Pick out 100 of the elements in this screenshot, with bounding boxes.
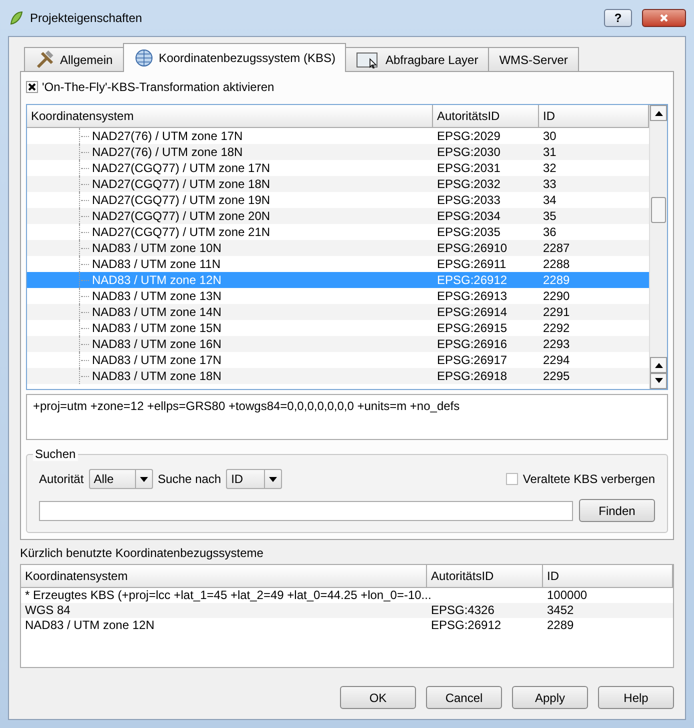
crs-name: NAD27(76) / UTM zone 18N (92, 144, 243, 160)
tools-icon (35, 50, 55, 70)
table-cell-text: EPSG:2030 (436, 144, 502, 160)
crs-name: NAD83 / UTM zone 11N (92, 256, 220, 272)
search-field[interactable] (39, 500, 573, 520)
crs-name: NAD83 / UTM zone 15N (92, 320, 222, 336)
tab[interactable]: Allgemein (24, 47, 124, 71)
column-header[interactable]: ID (543, 565, 673, 587)
search-by-dropdown[interactable]: ID (226, 469, 282, 489)
tree-row[interactable]: NAD83 / UTM zone 14N EPSG:26914 2291 (27, 304, 649, 320)
crs-name: NAD27(CGQ77) / UTM zone 19N (92, 192, 270, 208)
crs-name: NAD27(CGQ77) / UTM zone 20N (92, 208, 270, 224)
checkbox[interactable] (26, 81, 38, 93)
table-cell-text: 100000 (546, 588, 588, 603)
tab[interactable]: WMS-Server (488, 47, 579, 71)
tree-row[interactable]: NAD27(76) / UTM zone 18N EPSG:2030 31 (27, 144, 649, 160)
up-arrow-icon (654, 110, 662, 116)
checkbox[interactable] (506, 473, 518, 485)
dialog-button[interactable]: OK (340, 686, 416, 709)
column-header[interactable]: Koordinatensystem (27, 105, 433, 127)
field-label: Suche nach (158, 472, 222, 486)
tab[interactable]: Abfragbare Layer (345, 47, 490, 71)
crs-name: NAD83 / UTM zone 12N (92, 272, 222, 288)
checkbox-label: Veraltete KBS verbergen (522, 472, 655, 486)
tree-row[interactable]: NAD83 / UTM zone 16N EPSG:26916 2293 (27, 336, 649, 352)
crs-name: NAD27(CGQ77) / UTM zone 17N (92, 160, 270, 176)
dialog-button[interactable]: Cancel (426, 686, 502, 709)
crs-name: NAD83 / UTM zone 14N (92, 304, 222, 320)
group-title: Suchen (33, 447, 78, 461)
up-arrow-icon (654, 362, 662, 368)
table-cell-text: 30 (542, 128, 558, 144)
table-cell-text: EPSG:26918 (436, 368, 508, 384)
table-cell-text: EPSG:2034 (436, 208, 502, 224)
table-cell-text: EPSG:26916 (436, 336, 508, 352)
crs-name: NAD83 / UTM zone 18N (92, 368, 222, 384)
dialog-button[interactable]: Help (598, 686, 674, 709)
table-cell-text: EPSG:2033 (436, 192, 502, 208)
table-cell-text: EPSG:26911 (436, 256, 508, 272)
table-cell-text: EPSG:26912 (436, 272, 508, 288)
down-arrow-icon (654, 378, 662, 384)
table-cell-text: 2294 (542, 352, 571, 368)
tree-row[interactable]: NAD27(CGQ77) / UTM zone 20N EPSG:2034 35 (27, 208, 649, 224)
table-cell-text: 2288 (542, 256, 571, 272)
tree-row[interactable]: NAD27(CGQ77) / UTM zone 18N EPSG:2032 33 (27, 176, 649, 192)
table-cell: EPSG:26912 (431, 618, 502, 632)
find-button[interactable]: Finden (579, 499, 655, 522)
table-cell-text: 2289 (542, 272, 571, 288)
table-cell-text: 2292 (542, 320, 571, 336)
table-cell-text: EPSG:26915 (436, 320, 508, 336)
crs-name: NAD27(76) / UTM zone 17N (92, 128, 243, 144)
table-cell-text: EPSG:2032 (436, 176, 502, 192)
table-cell-text: 2293 (542, 336, 571, 352)
table-cell-text: 3452 (546, 603, 575, 618)
crs-name: NAD27(CGQ77) / UTM zone 21N (92, 224, 270, 240)
checkbox-label: 'On-The-Fly'-KBS-Transformation aktivieren (42, 80, 274, 94)
table-cell-text: 2287 (542, 240, 571, 256)
table-cell-text: EPSG:26913 (436, 288, 508, 304)
leaf-icon (8, 10, 24, 26)
scrollbar-thumb[interactable] (651, 197, 666, 223)
section-title: Kürzlich benutzte Koordinatenbezugssysteme (20, 546, 264, 562)
map-cursor-icon (356, 50, 380, 68)
dialog-button[interactable]: Apply (512, 686, 588, 709)
tree-row[interactable]: NAD83 / UTM zone 18N EPSG:26918 2295 (27, 368, 649, 384)
close-button[interactable] (642, 9, 686, 27)
table-cell: EPSG:4326 (431, 603, 494, 617)
table-cell-text: 33 (542, 176, 558, 192)
crs-name: NAD27(CGQ77) / UTM zone 18N (92, 176, 270, 192)
tab[interactable]: Koordinatenbezugssystem (KBS) (122, 43, 346, 72)
table-cell-text: EPSG:26910 (436, 240, 508, 256)
proj-definition-field[interactable]: +proj=utm +zone=12 +ellps=GRS80 +towgs84=0,0,0,0,0,0,0 +units=m +no_defs (26, 394, 668, 440)
caret-icon (140, 476, 148, 482)
table-cell-text: 2289 (546, 618, 575, 633)
crs-name: NAD83 / UTM zone 17N (92, 352, 222, 368)
table-cell-text: 34 (542, 192, 558, 208)
table-cell-text: 32 (542, 160, 558, 176)
table-cell-text: 31 (542, 144, 558, 160)
table-cell-text: 36 (542, 224, 558, 240)
table-cell-text: EPSG:2031 (436, 160, 502, 176)
help-button[interactable]: ? (604, 9, 632, 27)
table-cell-text: WGS 84 (24, 603, 72, 618)
crs-name: NAD83 / UTM zone 16N (92, 336, 222, 352)
column-header[interactable]: AutoritätsID (427, 565, 543, 587)
table-cell-text: NAD83 / UTM zone 12N (24, 618, 156, 633)
table-cell-text: 2291 (542, 304, 571, 320)
authority-dropdown[interactable]: Alle (88, 469, 153, 489)
field-label: Autorität (39, 472, 84, 486)
globe-icon (134, 48, 154, 68)
window-title: Projekteigenschaften (30, 11, 144, 25)
scrollbar[interactable] (649, 105, 667, 389)
table-cell-text: 35 (542, 208, 558, 224)
table-cell-text: 2295 (542, 368, 571, 384)
table-cell-text: EPSG:26914 (436, 304, 508, 320)
tree-row[interactable]: NAD83 / UTM zone 10N EPSG:26910 2287 (27, 240, 649, 256)
column-header[interactable]: Koordinatensystem (21, 565, 427, 587)
table-cell-text: 2290 (542, 288, 571, 304)
column-header[interactable]: AutoritätsID (433, 105, 539, 127)
table-cell-text: EPSG:2035 (436, 224, 502, 240)
table-cell-text: EPSG:2029 (436, 128, 502, 144)
crs-name: NAD83 / UTM zone 10N (92, 240, 222, 256)
caret-icon (269, 476, 278, 482)
